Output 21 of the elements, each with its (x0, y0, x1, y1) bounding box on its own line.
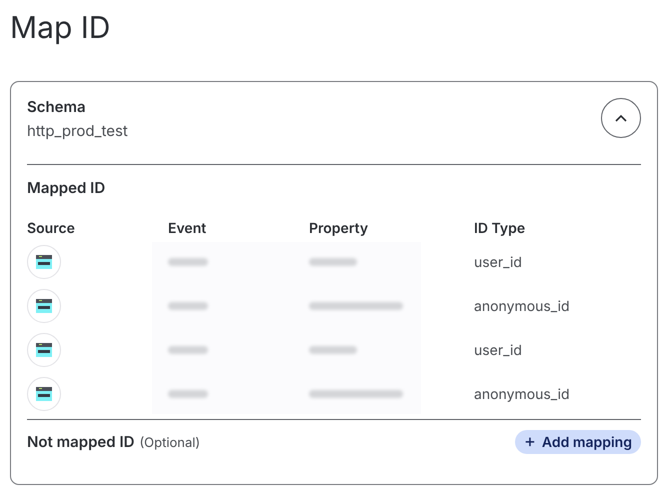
schema-label: Schema (27, 96, 87, 118)
add-mapping-button[interactable]: + Add mapping (515, 430, 641, 454)
id-type-cell-text: anonymous_id (474, 296, 570, 316)
mapped-id-heading: Mapped ID (27, 177, 106, 199)
id-type-cell-text: user_id (474, 252, 522, 272)
column-header: ID Type (474, 220, 526, 238)
source-logo-icon (27, 377, 61, 411)
chevron-up-icon (614, 113, 628, 123)
source-logo-icon (27, 333, 61, 367)
source-logo-icon (27, 245, 61, 279)
id-type-cell-text: anonymous_id (474, 384, 570, 404)
source-logo-icon (27, 289, 61, 323)
not-mapped-id-heading: Not mapped ID (27, 430, 134, 453)
collapse-button[interactable] (601, 98, 641, 138)
column-header: Property (309, 220, 368, 238)
schema-value: http_prod_test (27, 120, 128, 142)
column-header: Source (27, 220, 75, 238)
column-header: Event (168, 220, 206, 238)
page-title: Map ID (10, 9, 110, 48)
optional-note: (Optional) (139, 434, 200, 453)
id-type-cell-text: user_id (474, 340, 522, 360)
